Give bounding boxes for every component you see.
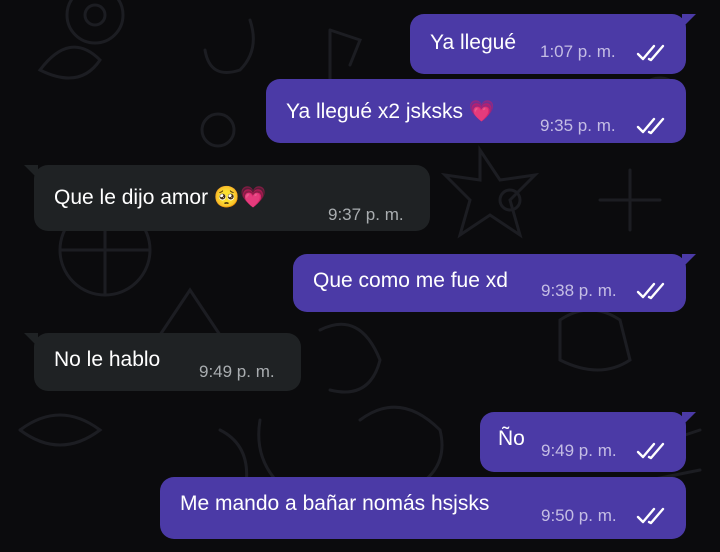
- outgoing-message[interactable]: Ño 9:49 p. m.: [480, 412, 696, 472]
- double-check-icon: [636, 44, 665, 62]
- pleading-face-heart-emoji: 🥺💗: [213, 185, 267, 209]
- outgoing-message[interactable]: Que como me fue xd 9:38 p. m.: [293, 254, 696, 312]
- message-text: Ño: [498, 427, 525, 450]
- double-check-icon: [636, 507, 665, 525]
- message-time: 9:49 p. m.: [199, 362, 275, 381]
- outgoing-message[interactable]: Ya llegué x2 jsksks 💗 9:35 p. m.: [266, 79, 686, 143]
- bubble-tail: [682, 412, 696, 426]
- message-text: Ya llegué: [430, 31, 517, 54]
- message-time: 9:37 p. m.: [328, 205, 404, 224]
- outgoing-message[interactable]: Me mando a bañar nomás hsjsks 9:50 p. m.: [160, 477, 686, 539]
- message-text: Que le dijo amor 🥺💗: [54, 185, 266, 210]
- double-check-icon: [636, 117, 665, 135]
- double-check-icon: [636, 442, 665, 460]
- message-text: Que como me fue xd: [313, 269, 508, 292]
- message-text: Ya llegué x2 jsksks 💗: [286, 99, 495, 124]
- message-time: 9:49 p. m.: [541, 441, 617, 460]
- bubble-tail: [24, 333, 38, 347]
- outgoing-message[interactable]: Ya llegué 1:07 p. m.: [410, 14, 696, 74]
- incoming-message[interactable]: Que le dijo amor 🥺💗 9:37 p. m.: [24, 165, 430, 231]
- double-check-icon: [636, 282, 665, 300]
- message-time: 9:35 p. m.: [540, 116, 616, 135]
- message-text: Me mando a bañar nomás hsjsks: [180, 492, 490, 515]
- bubble-tail: [682, 14, 696, 28]
- message-text: No le hablo: [54, 348, 161, 371]
- bubble-tail: [682, 254, 696, 268]
- bubble-tail: [24, 165, 38, 179]
- message-text-content: Que le dijo amor: [54, 186, 209, 209]
- message-time: 9:38 p. m.: [541, 281, 617, 300]
- message-text-content: Ya llegué x2 jsksks: [286, 100, 464, 123]
- message-time: 9:50 p. m.: [541, 506, 617, 525]
- message-time: 1:07 p. m.: [540, 42, 616, 61]
- heart-emoji: 💗: [468, 99, 496, 123]
- incoming-message[interactable]: No le hablo 9:49 p. m.: [24, 333, 301, 391]
